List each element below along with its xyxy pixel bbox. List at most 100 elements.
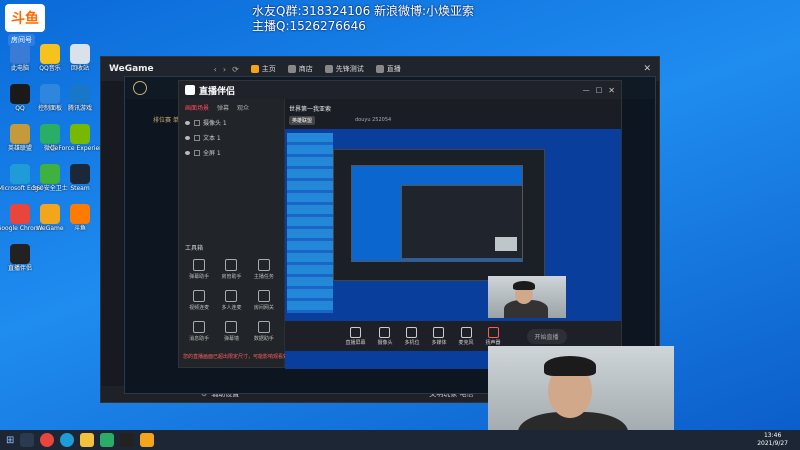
tool-streamer-task[interactable]: 主播任务 xyxy=(248,259,280,280)
app-icon xyxy=(40,124,60,144)
start-menu-icon[interactable]: ⊞ xyxy=(6,435,14,446)
task-icon xyxy=(257,259,270,271)
webcam-small xyxy=(488,276,566,318)
taskbar-wechat-icon[interactable] xyxy=(100,433,115,447)
desktop-icon[interactable]: 英雄联盟 xyxy=(6,124,34,152)
desktop-icon[interactable]: 控制面板 xyxy=(36,84,64,112)
taskbar-clock[interactable]: 13:46 2021/9/27 xyxy=(757,432,788,448)
tool-label: 主播任务 xyxy=(253,274,274,280)
data-icon xyxy=(257,321,270,333)
tool-label: 数据助手 xyxy=(253,336,274,342)
wegame-tab-test-label: 先锋测试 xyxy=(335,65,364,73)
zbpl-sidebar: 画面场景 弹幕 观众 摄像头 1 文本 1 全屏 1 工具箱 弹幕助手 房管助手… xyxy=(179,99,293,367)
scene-tabs: 画面场景 弹幕 观众 xyxy=(185,103,284,112)
tool-room-gateway[interactable]: 房间网关 xyxy=(248,290,280,311)
desktop-icon-label: 回收站 xyxy=(70,65,89,72)
app-icon xyxy=(70,84,90,104)
source-checkbox[interactable] xyxy=(194,149,200,156)
wegame-nav-back-icon[interactable]: ‹ xyxy=(214,65,217,74)
zbpl-minimize-icon[interactable]: — xyxy=(583,86,590,94)
app-icon xyxy=(10,124,30,144)
tool-label: 房管助手 xyxy=(221,274,242,280)
visibility-icon[interactable] xyxy=(185,120,190,125)
tool-danmu-wall[interactable]: 弹幕墙 xyxy=(215,321,247,342)
tool-label: 消息助手 xyxy=(189,336,210,342)
wegame-nav-forward-icon[interactable]: › xyxy=(223,65,226,74)
tool-multi-link[interactable]: 多人连麦 xyxy=(215,290,247,311)
preview-desktop-icons xyxy=(287,133,333,313)
multi-link-icon xyxy=(225,290,238,302)
source-item[interactable]: 摄像头 1 xyxy=(185,118,284,127)
desktop-icon[interactable]: QQ音乐 xyxy=(36,44,64,72)
start-live-button[interactable]: 开始直播 xyxy=(526,328,567,344)
speaker-button[interactable]: 扬声器 xyxy=(486,326,501,346)
scene-tab-scene[interactable]: 画面场景 xyxy=(185,103,209,112)
scene-tab-audience[interactable]: 观众 xyxy=(237,103,249,112)
live-screen-button[interactable]: 直播屏幕 xyxy=(345,326,365,346)
app-icon xyxy=(10,84,30,104)
test-tab-icon xyxy=(324,65,333,73)
camera-button[interactable]: 摄像头 xyxy=(377,326,392,346)
wegame-tab-live[interactable]: 直播 xyxy=(375,64,401,74)
wegame-refresh-icon[interactable]: ⟳ xyxy=(232,65,239,74)
taskbar-wegame-icon[interactable] xyxy=(140,433,155,447)
desktop-icon[interactable]: Steam xyxy=(66,164,94,192)
lol-mode-label: 排位赛 单 xyxy=(153,117,179,124)
camera-icon xyxy=(379,326,391,338)
wegame-tab-store[interactable]: 商店 xyxy=(287,64,313,74)
app-icon xyxy=(40,84,60,104)
taskbar-time: 13:46 xyxy=(763,432,782,439)
room-category-badge[interactable]: 英雄联盟 xyxy=(289,116,316,125)
desktop-icon[interactable]: 回收站 xyxy=(66,44,94,72)
source-checkbox[interactable] xyxy=(194,134,200,141)
app-icon xyxy=(10,164,30,184)
taskbar-search-icon[interactable] xyxy=(20,433,35,447)
tool-video-link[interactable]: 视频连麦 xyxy=(183,290,215,311)
desktop-icon-label: WeGame xyxy=(36,225,64,232)
microphone-button[interactable]: 麦克风 xyxy=(459,326,474,346)
person-hair-small xyxy=(513,281,535,290)
taskbar-qq-icon[interactable] xyxy=(120,433,135,447)
desktop-icon[interactable]: QQ xyxy=(6,84,34,112)
desktop-icon[interactable]: 腾讯游戏 xyxy=(66,84,94,112)
tool-danmu-assistant[interactable]: 弹幕助手 xyxy=(183,259,215,280)
taskbar-chrome-icon[interactable] xyxy=(40,433,55,447)
taskbar-edge-icon[interactable] xyxy=(60,433,75,447)
source-checkbox[interactable] xyxy=(194,119,200,126)
wegame-tab-test[interactable]: 先锋测试 xyxy=(324,64,364,74)
tool-message-assistant[interactable]: 消息助手 xyxy=(183,321,215,342)
desktop-icon[interactable]: 直播伴侣 xyxy=(6,244,34,272)
multi-camera-button[interactable]: 多机位 xyxy=(404,326,419,346)
source-item[interactable]: 全屏 1 xyxy=(185,148,284,157)
desktop-icon[interactable]: 斗鱼 xyxy=(66,204,94,232)
wegame-tab-home-label: 主页 xyxy=(261,65,276,73)
app-icon xyxy=(40,44,60,64)
multimedia-button[interactable]: 多媒体 xyxy=(431,326,447,346)
visibility-icon[interactable] xyxy=(185,150,190,155)
desktop-icon-label: QQ xyxy=(15,105,25,112)
wegame-tab-home[interactable]: 主页 xyxy=(250,64,276,74)
preview-inner-cam xyxy=(495,237,517,251)
desktop-icon[interactable]: 此电脑 xyxy=(6,44,34,72)
zbpl-close-icon[interactable]: ✕ xyxy=(608,86,615,95)
tool-data-assistant[interactable]: 数据助手 xyxy=(248,321,280,342)
desktop-icon[interactable]: Google Chrome xyxy=(0,204,43,232)
tool-room-manager[interactable]: 房管助手 xyxy=(215,259,247,280)
source-item[interactable]: 文本 1 xyxy=(185,133,284,142)
app-icon xyxy=(70,124,90,144)
taskbar-folder-icon[interactable] xyxy=(80,433,95,447)
zhibo-banlv-window: 直播伴侣 — □ ✕ 画面场景 弹幕 观众 摄像头 1 文本 1 全屏 1 工具… xyxy=(178,80,622,369)
desktop-icon[interactable]: GeForce Experience xyxy=(50,124,110,152)
desktop-icon[interactable]: Microsoft Edge xyxy=(0,164,42,192)
zbpl-maximize-icon[interactable]: □ xyxy=(596,86,603,94)
desktop-icon[interactable]: WeGame xyxy=(36,204,64,232)
visibility-icon[interactable] xyxy=(185,135,190,140)
app-icon xyxy=(70,164,90,184)
wegame-close-icon[interactable]: ✕ xyxy=(643,64,651,74)
desktop-icon[interactable]: 360安全卫士 xyxy=(32,164,68,192)
douyu-logo-text: 斗鱼 xyxy=(11,11,39,27)
desktop-icon-label: 360安全卫士 xyxy=(32,185,68,192)
tool-grid: 弹幕助手 房管助手 主播任务 视频连麦 多人连麦 房间网关 消息助手 弹幕墙 数… xyxy=(183,259,280,342)
tool-label: 视频连麦 xyxy=(189,305,210,311)
scene-tab-danmu[interactable]: 弹幕 xyxy=(217,103,229,112)
